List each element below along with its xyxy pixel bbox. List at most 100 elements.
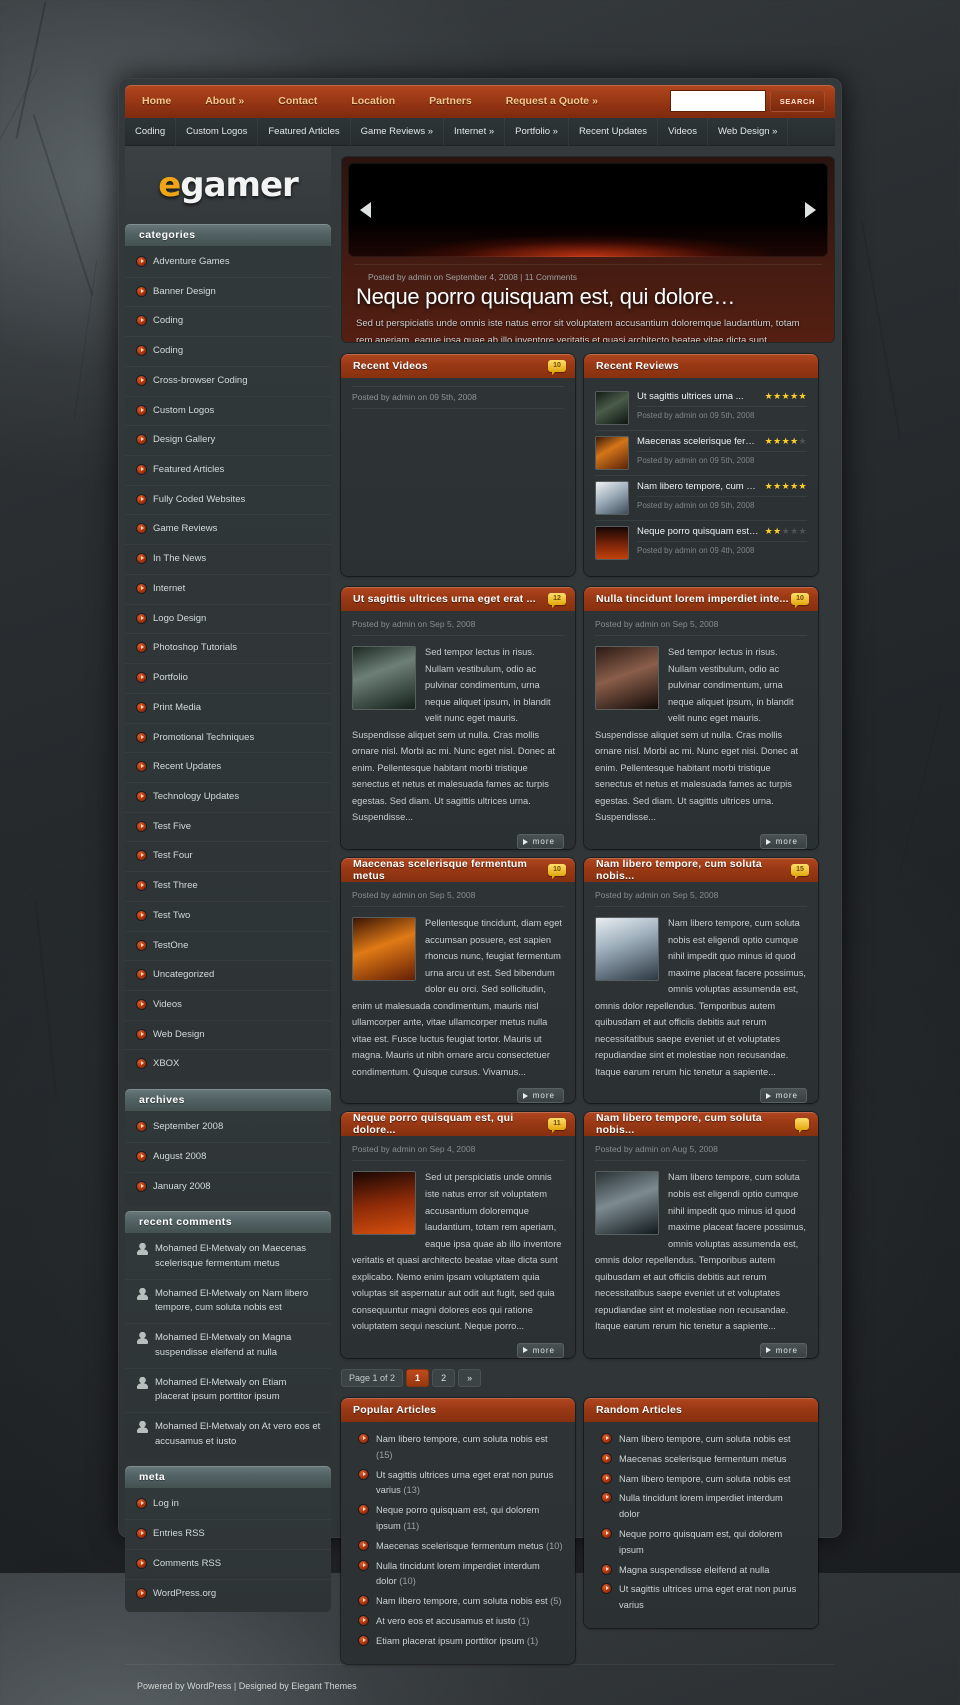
read-more-button[interactable]: more <box>517 1343 564 1358</box>
review-title[interactable]: Nam libero tempore, cum so... <box>637 481 759 492</box>
category-item[interactable]: Web Design <box>125 1021 331 1051</box>
category-item[interactable]: Custom Logos <box>125 397 331 427</box>
popular-article-item[interactable]: At vero eos et accusamus et iusto (1) <box>359 1612 563 1632</box>
category-item[interactable]: Test Five <box>125 813 331 843</box>
category-item[interactable]: Featured Articles <box>125 456 331 486</box>
archive-item[interactable]: January 2008 <box>125 1173 331 1202</box>
meta-item[interactable]: Log in <box>125 1490 331 1520</box>
popular-article-item-label[interactable]: Nam libero tempore, cum soluta nobis est <box>376 1596 548 1606</box>
article-title[interactable]: Maecenas scelerisque fermentum metus <box>353 858 548 882</box>
category-item-label[interactable]: Test Three <box>153 879 198 894</box>
category-item-label[interactable]: Game Reviews <box>153 522 217 537</box>
category-item-label[interactable]: Featured Articles <box>153 463 224 478</box>
category-item-label[interactable]: Test Five <box>153 820 191 835</box>
category-item-label[interactable]: Portfolio <box>153 671 188 686</box>
review-item[interactable]: Ut sagittis ultrices urna ...★★★★★Posted… <box>595 386 807 431</box>
category-item[interactable]: Design Gallery <box>125 426 331 456</box>
read-more-button[interactable]: more <box>760 1343 807 1358</box>
popular-article-item[interactable]: Neque porro quisquam est, qui dolorem ip… <box>359 1501 563 1537</box>
popular-article-item[interactable]: Nulla tincidunt lorem imperdiet interdum… <box>359 1557 563 1593</box>
category-item[interactable]: In The News <box>125 545 331 575</box>
category-item-label[interactable]: Promotional Techniques <box>153 731 254 746</box>
subnav-item[interactable]: Internet » <box>444 118 505 146</box>
slider-next-icon[interactable] <box>805 202 816 218</box>
meta-item-label[interactable]: WordPress.org <box>153 1587 216 1602</box>
review-item[interactable]: Maecenas scelerisque ferme...★★★★★Posted… <box>595 431 807 476</box>
archive-item[interactable]: September 2008 <box>125 1113 331 1143</box>
popular-article-item-label[interactable]: At vero eos et accusamus et iusto <box>376 1616 516 1626</box>
category-item-label[interactable]: Recent Updates <box>153 760 221 775</box>
read-more-button[interactable]: more <box>517 1088 564 1103</box>
category-item-label[interactable]: Banner Design <box>153 285 216 300</box>
topnav-item[interactable]: Request a Quote » <box>489 85 615 118</box>
recent-comment-label[interactable]: Mohamed El-Metwaly on Etiam placerat ips… <box>155 1376 321 1405</box>
subnav-item[interactable]: Featured Articles <box>258 118 350 146</box>
meta-item[interactable]: Comments RSS <box>125 1550 331 1580</box>
review-item[interactable]: Nam libero tempore, cum so...★★★★★Posted… <box>595 476 807 521</box>
meta-item[interactable]: WordPress.org <box>125 1580 331 1609</box>
category-item[interactable]: Promotional Techniques <box>125 724 331 754</box>
pagination-page-1[interactable]: 1 <box>406 1369 429 1387</box>
popular-article-item[interactable]: Maecenas scelerisque fermentum metus (10… <box>359 1537 563 1557</box>
read-more-button[interactable]: more <box>760 834 807 849</box>
footer-powered[interactable]: Powered by WordPress <box>137 1681 231 1691</box>
popular-article-item-label[interactable]: Neque porro quisquam est, qui dolorem ip… <box>376 1505 539 1531</box>
category-item-label[interactable]: Photoshop Tutorials <box>153 641 237 656</box>
category-item[interactable]: Internet <box>125 575 331 605</box>
meta-item-label[interactable]: Comments RSS <box>153 1557 221 1572</box>
category-item-label[interactable]: Adventure Games <box>153 255 230 270</box>
topnav-item[interactable]: About » <box>188 85 261 118</box>
popular-article-item[interactable]: Etiam placerat ipsum porttitor ipsum (1) <box>359 1632 563 1652</box>
archive-item-label[interactable]: September 2008 <box>153 1120 223 1135</box>
category-item[interactable]: Adventure Games <box>125 248 331 278</box>
category-item-label[interactable]: Test Four <box>153 849 193 864</box>
category-item-label[interactable]: TestOne <box>153 939 188 954</box>
category-item-label[interactable]: Test Two <box>153 909 190 924</box>
subnav-item[interactable]: Videos <box>658 118 708 146</box>
article-title[interactable]: Neque porro quisquam est, qui dolore... <box>353 1112 548 1136</box>
subnav-item[interactable]: Coding <box>125 118 176 146</box>
review-title[interactable]: Neque porro quisquam est, ... <box>637 526 759 537</box>
recent-comment-label[interactable]: Mohamed El-Metwaly on Maecenas scelerisq… <box>155 1242 321 1271</box>
category-item[interactable]: Print Media <box>125 694 331 724</box>
category-item[interactable]: Fully Coded Websites <box>125 486 331 516</box>
category-item-label[interactable]: Internet <box>153 582 185 597</box>
category-item[interactable]: Coding <box>125 307 331 337</box>
article-title[interactable]: Nulla tincidunt lorem imperdiet inte... <box>596 593 789 605</box>
topnav-item[interactable]: Location <box>334 85 412 118</box>
article-title[interactable]: Nam libero tempore, cum soluta nobis... <box>596 858 791 882</box>
archive-item-label[interactable]: August 2008 <box>153 1150 206 1165</box>
category-item-label[interactable]: Cross-browser Coding <box>153 374 248 389</box>
category-item[interactable]: Test Four <box>125 842 331 872</box>
subnav-item[interactable]: Game Reviews » <box>351 118 444 146</box>
category-item[interactable]: Cross-browser Coding <box>125 367 331 397</box>
category-item[interactable]: Photoshop Tutorials <box>125 634 331 664</box>
category-item[interactable]: Coding <box>125 337 331 367</box>
category-item[interactable]: Test Two <box>125 902 331 932</box>
article-title[interactable]: Ut sagittis ultrices urna eget erat ... <box>353 593 536 605</box>
category-item-label[interactable]: Fully Coded Websites <box>153 493 245 508</box>
search-input[interactable] <box>670 90 766 112</box>
recent-comment-label[interactable]: Mohamed El-Metwaly on Nam libero tempore… <box>155 1287 321 1316</box>
category-item-label[interactable]: Web Design <box>153 1028 205 1043</box>
popular-article-item[interactable]: Nam libero tempore, cum soluta nobis est… <box>359 1592 563 1612</box>
random-article-item[interactable]: Nulla tincidunt lorem imperdiet interdum… <box>602 1489 806 1525</box>
archive-item[interactable]: August 2008 <box>125 1143 331 1173</box>
category-item-label[interactable]: Videos <box>153 998 182 1013</box>
popular-article-item[interactable]: Ut sagittis ultrices urna eget erat non … <box>359 1466 563 1502</box>
category-item-label[interactable]: Print Media <box>153 701 201 716</box>
recent-comment-item[interactable]: Mohamed El-Metwaly on Etiam placerat ips… <box>125 1369 331 1413</box>
category-item[interactable]: Uncategorized <box>125 961 331 991</box>
meta-item-label[interactable]: Log in <box>153 1497 179 1512</box>
read-more-button[interactable]: more <box>517 834 564 849</box>
review-item[interactable]: Neque porro quisquam est, ...★★★★★Posted… <box>595 521 807 565</box>
topnav-item[interactable]: Partners <box>412 85 489 118</box>
category-item[interactable]: XBOX <box>125 1050 331 1079</box>
topnav-item[interactable]: Contact <box>261 85 334 118</box>
popular-article-item-label[interactable]: Maecenas scelerisque fermentum metus <box>376 1541 543 1551</box>
category-item[interactable]: Recent Updates <box>125 753 331 783</box>
category-item[interactable]: Portfolio <box>125 664 331 694</box>
subnav-item[interactable]: Custom Logos <box>176 118 258 146</box>
category-item-label[interactable]: Logo Design <box>153 612 206 627</box>
recent-comment-item[interactable]: Mohamed El-Metwaly on Nam libero tempore… <box>125 1280 331 1324</box>
